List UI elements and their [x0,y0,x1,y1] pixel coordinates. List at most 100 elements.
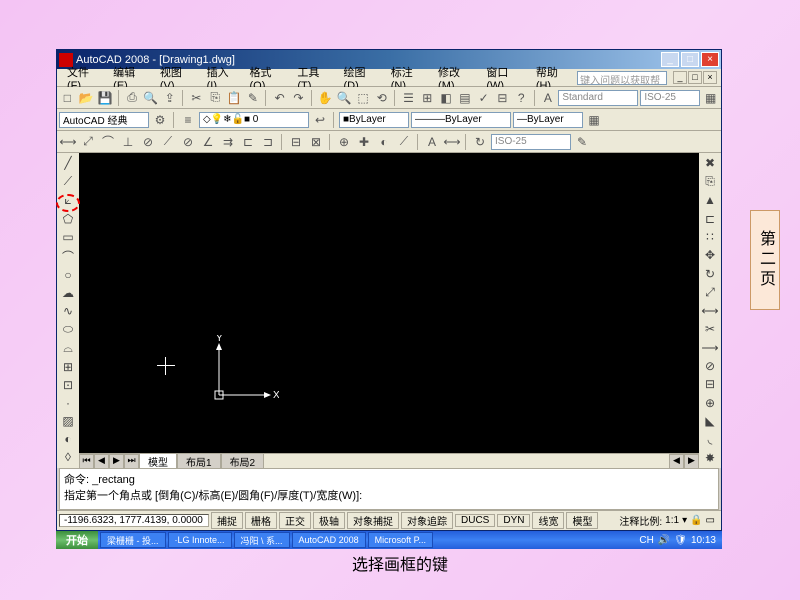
status-tool-icon[interactable]: ▾ [682,515,687,526]
dim-jog-icon[interactable]: ⟋ [159,133,177,151]
dim-space-icon[interactable]: ⊟ [287,133,305,151]
scroll-right-button[interactable]: ▶ [684,454,699,469]
dim-text-edit-icon[interactable]: ⟷ [443,133,461,151]
scale-icon[interactable]: ⤢ [701,284,719,301]
plotstyle-icon[interactable]: ▦ [585,111,603,129]
line-icon[interactable]: ╱ [59,155,77,171]
properties-icon[interactable]: ☰ [400,89,417,107]
dim-arc-icon[interactable]: ⌒ [99,133,117,151]
layer-combo[interactable]: ◇💡❄🔓■ 0 [199,112,309,128]
dim-break-icon[interactable]: ⊠ [307,133,325,151]
dim-linear-icon[interactable]: ⟷ [59,133,77,151]
tab-model[interactable]: 模型 [139,453,177,470]
status-grid[interactable]: 栅格 [245,512,277,529]
text-style-combo[interactable]: Standard [558,90,638,106]
status-ortho[interactable]: 正交 [279,512,311,529]
erase-icon[interactable]: ✖ [701,155,719,171]
mirror-icon[interactable]: ▲ [701,192,719,208]
dim-edit-icon[interactable]: A [423,133,441,151]
tab-layout2[interactable]: 布局2 [221,453,265,470]
copy-icon[interactable]: ⎘ [207,89,224,107]
chamfer-icon[interactable]: ◣ [701,413,719,429]
hatch-icon[interactable]: ▨ [59,413,77,429]
doc-restore-button[interactable]: □ [688,71,702,84]
taskbar-item-5[interactable]: Microsoft P... [368,532,433,548]
redo-icon[interactable]: ↷ [290,89,307,107]
dim-radius-icon[interactable]: ⊘ [139,133,157,151]
status-polar[interactable]: 极轴 [313,512,345,529]
dim-baseline-icon[interactable]: ⊏ [239,133,257,151]
fillet-icon[interactable]: ◟ [701,431,719,447]
dimstyle-control-icon[interactable]: ✎ [573,133,591,151]
annotation-icon[interactable]: A [540,89,557,107]
dim-continue-icon[interactable]: ⊐ [259,133,277,151]
gradient-icon[interactable]: ◐ [59,431,77,447]
make-block-icon[interactable]: ⊡ [59,377,77,393]
dim-update-icon[interactable]: ↻ [471,133,489,151]
pan-icon[interactable]: ✋ [317,89,334,107]
dimstyle-combo[interactable]: ISO-25 [491,134,571,150]
layer-prev-icon[interactable]: ↩ [311,111,329,129]
tab-prev-button[interactable]: ◀ [94,454,109,469]
color-combo[interactable]: ■ ByLayer [339,112,409,128]
status-snap[interactable]: 捕捉 [211,512,243,529]
status-ducs[interactable]: DUCS [455,514,495,527]
table-style-icon[interactable]: ▦ [702,89,719,107]
tray-icon-1[interactable]: 🔊 [658,535,670,546]
taskbar-item-1[interactable]: 梁栅栅 - 投... [100,532,166,548]
preview-icon[interactable]: 🔍 [142,89,159,107]
tab-last-button[interactable]: ⏭ [124,454,139,469]
status-lwt[interactable]: 线宽 [532,512,564,529]
ellipse-arc-icon[interactable]: ⌓ [59,340,77,357]
print-icon[interactable]: ⎙ [124,89,141,107]
offset-icon[interactable]: ⊏ [701,211,719,227]
tab-layout1[interactable]: 布局1 [177,453,221,470]
tray-icon-2[interactable]: 🛡 [674,535,687,546]
designcenter-icon[interactable]: ⊞ [419,89,436,107]
system-tray[interactable]: CH 🔊 🛡 10:13 [633,535,722,546]
lineweight-combo[interactable]: — ByLayer [513,112,583,128]
tray-lang[interactable]: CH [639,535,653,546]
paste-icon[interactable]: 📋 [226,89,243,107]
annotation-scale-value[interactable]: 1:1 [665,515,679,526]
help-icon[interactable]: ? [513,89,530,107]
rectangle-icon[interactable]: ▭ [59,229,77,245]
polygon-icon[interactable]: ⬠ [59,211,77,227]
status-tray-icon[interactable]: ▭ [706,515,715,526]
array-icon[interactable]: ∷ [701,229,719,245]
start-button[interactable]: 开始 [56,531,98,549]
stretch-icon[interactable]: ⟷ [701,303,719,319]
inspection-icon[interactable]: ◐ [375,133,393,151]
dim-aligned-icon[interactable]: ⤢ [79,133,97,151]
dim-angular-icon[interactable]: ∠ [199,133,217,151]
open-icon[interactable]: 📂 [78,89,95,107]
status-otrack[interactable]: 对象追踪 [401,512,453,529]
taskbar-item-4[interactable]: AutoCAD 2008 [292,532,366,548]
point-icon[interactable]: · [59,395,77,411]
status-dyn[interactable]: DYN [497,514,530,527]
region-icon[interactable]: ◊ [59,449,77,465]
status-osnap[interactable]: 对象捕捉 [347,512,399,529]
taskbar-item-3[interactable]: 冯阳 \ 系... [234,532,290,548]
dim-style-combo[interactable]: ISO-25 [640,90,700,106]
match-icon[interactable]: ✎ [245,89,262,107]
zoom-icon[interactable]: 🔍 [336,89,353,107]
status-coordinates[interactable]: -1196.6323, 1777.4139, 0.0000 [59,514,209,527]
calc-icon[interactable]: ⊟ [494,89,511,107]
linetype-combo[interactable]: ——— ByLayer [411,112,511,128]
drawing-canvas[interactable]: X Y [79,153,699,453]
sheetset-icon[interactable]: ▤ [456,89,473,107]
trim-icon[interactable]: ✂ [701,321,719,337]
new-icon[interactable]: □ [59,89,76,107]
markup-icon[interactable]: ✓ [475,89,492,107]
move-icon[interactable]: ✥ [701,247,719,263]
explode-icon[interactable]: ✸ [701,450,719,466]
insert-block-icon[interactable]: ⊞ [59,359,77,375]
publish-icon[interactable]: ⇪ [161,89,178,107]
toolpalette-icon[interactable]: ◧ [438,89,455,107]
scroll-left-button[interactable]: ◀ [669,454,684,469]
tab-first-button[interactable]: ⏮ [79,454,94,469]
join-icon[interactable]: ⊕ [701,395,719,411]
jogged-linear-icon[interactable]: ⟋ [395,133,413,151]
layer-manager-icon[interactable]: ≡ [179,111,197,129]
